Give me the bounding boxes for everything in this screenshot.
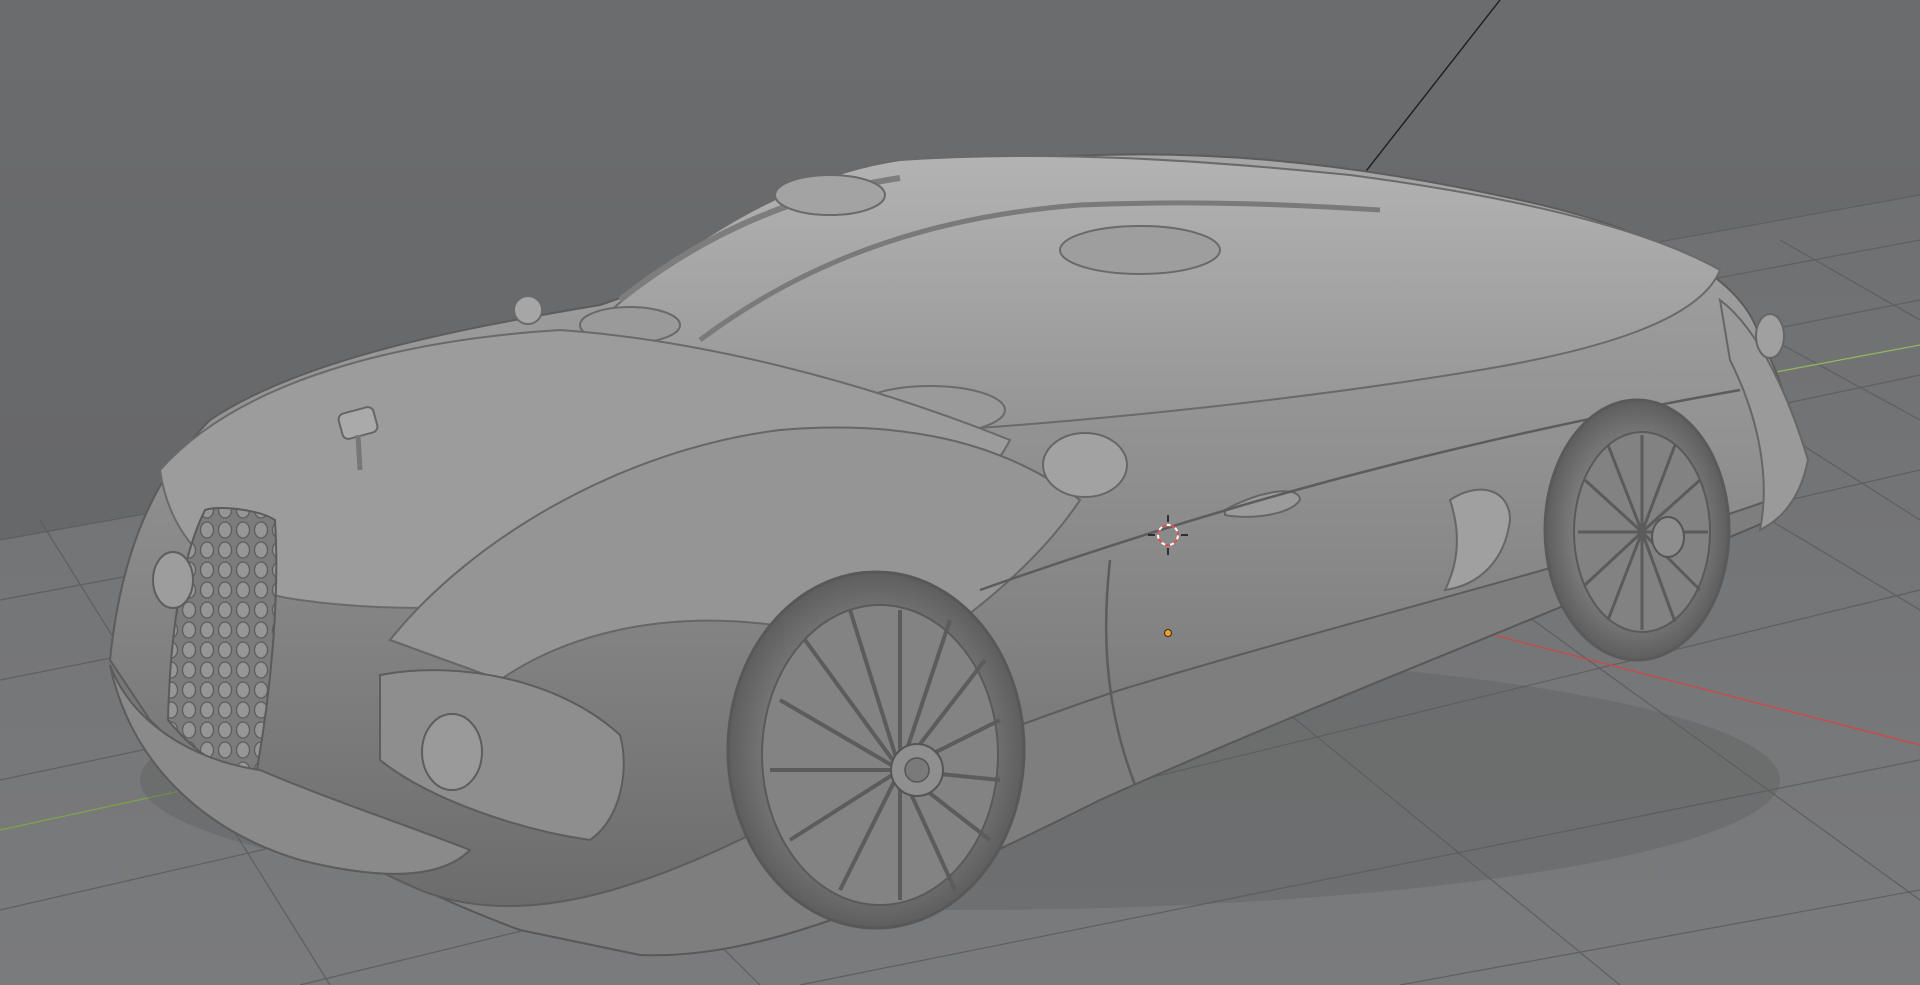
front-wheel[interactable] (726, 570, 1026, 930)
rear-wheel-hub (1651, 516, 1685, 558)
roof-bump-rear (774, 174, 886, 216)
headlight-left (152, 551, 194, 609)
hood-ornament-stem (355, 434, 363, 471)
rear-wheel[interactable] (1543, 398, 1731, 662)
roof-antenna-bump (513, 295, 543, 325)
rear-light (1755, 313, 1785, 359)
headlight-right (421, 713, 483, 791)
object-origin-icon[interactable] (1164, 629, 1172, 637)
side-mirror (1042, 432, 1128, 498)
viewport-canvas[interactable] (0, 0, 1920, 985)
roof-bump-front (1059, 225, 1221, 275)
3d-viewport[interactable] (0, 0, 1920, 985)
